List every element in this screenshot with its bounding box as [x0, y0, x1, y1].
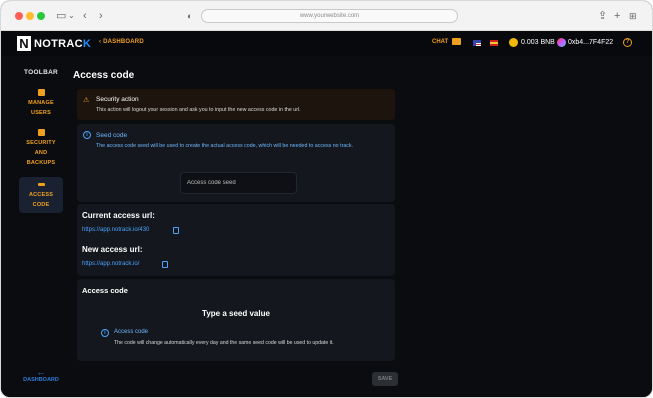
spain-flag-icon[interactable] [490, 40, 498, 46]
copy-current-url-icon[interactable] [173, 227, 179, 234]
notrack-logo[interactable]: N NOTRACK [17, 36, 91, 51]
copy-new-url-icon[interactable] [162, 261, 168, 268]
chat-button[interactable]: CHAT [432, 39, 448, 45]
access-code-title: Access code [82, 286, 128, 295]
access-code-icon [37, 183, 45, 186]
access-code-info-description: The code will change automatically every… [114, 340, 334, 346]
chat-icon[interactable] [452, 38, 461, 45]
current-url-link[interactable]: https://app.notrack.io/430 [82, 227, 149, 233]
access-code-seed-input[interactable] [180, 172, 297, 194]
new-tab-icon[interactable]: + [614, 10, 620, 22]
forward-arrow-icon[interactable]: › [99, 10, 103, 22]
security-alert: ⚠ Security action This action will logou… [77, 89, 395, 120]
main-content: Access code ⚠ Security action This actio… [63, 56, 652, 397]
tab-overview-icon[interactable]: ⊞ [629, 10, 637, 22]
new-url-label: New access url: [82, 245, 143, 254]
browser-toolbar: ▭ ⌄ ‹ › ◐ www.yourwebsite.com ⇪ + ⊞ [1, 1, 652, 31]
minimize-window-button[interactable] [26, 12, 34, 20]
sidebar-toggle-icon[interactable]: ▭ [56, 10, 66, 22]
info-icon: i [101, 329, 109, 337]
arrow-left-icon: ← [36, 367, 46, 377]
wallet-avatar[interactable] [557, 38, 566, 47]
chevron-down-icon[interactable]: ⌄ [68, 10, 75, 22]
sidebar-item-access-code[interactable]: ACCESS CODE [19, 177, 63, 213]
access-code-info-title: Access code [114, 329, 149, 335]
seed-title: Seed code [96, 132, 128, 139]
sidebar: TOOLBAR MANAGE USERS SECURITY AND BACKUP… [1, 56, 63, 397]
page-title: Access code [73, 70, 135, 81]
us-flag-icon[interactable] [473, 40, 481, 46]
maximize-window-button[interactable] [37, 12, 45, 20]
back-to-dashboard-link[interactable]: ‹ DASHBOARD [99, 39, 144, 45]
access-code-prompt: Type a seed value [202, 309, 270, 318]
sidebar-item-manage-users[interactable]: MANAGE USERS [19, 89, 63, 118]
logo-text: NOTRACK [34, 37, 92, 50]
user-icon [37, 89, 45, 96]
help-icon[interactable]: ? [623, 38, 632, 47]
back-arrow-icon[interactable]: ‹ [83, 10, 87, 22]
info-icon: i [83, 131, 91, 139]
browser-window: ▭ ⌄ ‹ › ◐ www.yourwebsite.com ⇪ + ⊞ N NO… [1, 1, 652, 397]
security-icon [37, 129, 45, 136]
sidebar-dashboard-link[interactable]: ← DASHBOARD [19, 367, 63, 384]
save-button[interactable]: SAVE [372, 372, 398, 386]
app-header: N NOTRACK ‹ DASHBOARD CHAT 0.003 BNB 0xb… [1, 31, 652, 56]
sidebar-item-security-backups[interactable]: SECURITY AND BACKUPS [19, 129, 63, 168]
warning-icon: ⚠ [83, 97, 90, 104]
access-urls-panel: Current access url: https://app.notrack.… [77, 204, 395, 276]
close-window-button[interactable] [15, 12, 23, 20]
access-code-panel: Access code Type a seed value i Access c… [77, 279, 395, 361]
shield-icon[interactable]: ◐ [187, 10, 192, 22]
share-icon[interactable]: ⇪ [598, 10, 607, 22]
new-url-link[interactable]: https://app.notrack.io/ [82, 261, 139, 267]
address-bar[interactable]: www.yourwebsite.com [201, 9, 458, 23]
current-url-label: Current access url: [82, 211, 155, 220]
wallet-address[interactable]: 0xb4...7F4F22 [568, 39, 613, 46]
seed-panel: i Seed code The access code seed will be… [77, 124, 395, 202]
bnb-coin-icon [509, 38, 518, 47]
wallet-balance: 0.003 BNB [521, 39, 555, 46]
logo-mark: N [17, 36, 31, 51]
security-alert-description: This action will logout your session and… [96, 107, 301, 113]
seed-description: The access code seed will be used to cre… [96, 143, 354, 149]
security-alert-title: Security action [96, 96, 139, 103]
